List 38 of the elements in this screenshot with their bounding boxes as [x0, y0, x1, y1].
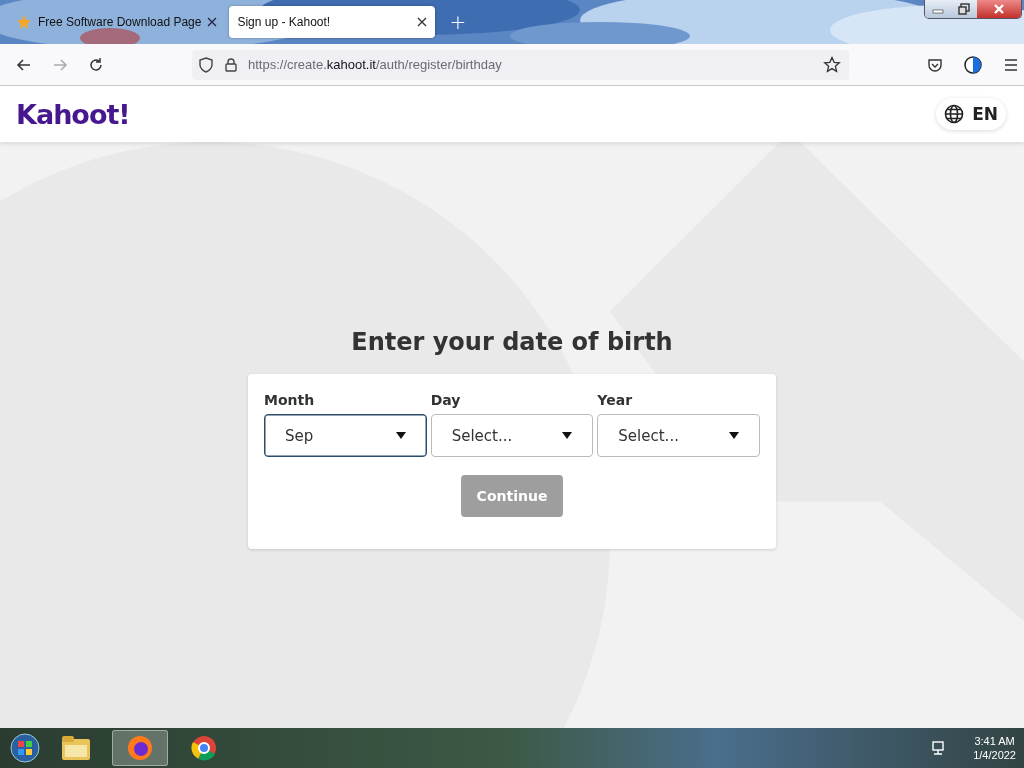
- browser-tab[interactable]: Free Software Download Page: [8, 6, 226, 38]
- start-button[interactable]: [10, 733, 40, 763]
- clock-time[interactable]: 3:41 AM: [974, 735, 1015, 747]
- dropdown-arrow-icon: [562, 432, 573, 439]
- close-button[interactable]: [977, 0, 1021, 18]
- star-icon[interactable]: [823, 55, 841, 74]
- menu-icon[interactable]: [1003, 56, 1019, 73]
- dropdown-arrow-icon: [729, 432, 739, 439]
- field-label: Day: [430, 392, 462, 408]
- field-label: Month: [264, 392, 316, 408]
- close-icon[interactable]: [207, 17, 218, 27]
- pocket-icon[interactable]: [927, 56, 943, 73]
- restore-button[interactable]: [951, 0, 977, 18]
- restore-icon: [958, 3, 970, 15]
- close-icon[interactable]: [417, 17, 428, 27]
- contrast-icon[interactable]: [963, 54, 983, 75]
- dropdown[interactable]: Select...: [597, 414, 760, 457]
- browser-tab[interactable]: Sign up - Kahoot!: [229, 6, 436, 38]
- close-icon: [993, 3, 1005, 15]
- globe-icon: [944, 104, 965, 124]
- dropdown[interactable]: Sep: [264, 414, 427, 457]
- lock-icon: [224, 56, 238, 73]
- address-bar[interactable]: https://create.kahoot.it/auth/register/birthday: [192, 49, 849, 80]
- language-button[interactable]: EN: [936, 98, 1006, 130]
- back-icon[interactable]: [16, 56, 32, 73]
- logo[interactable]: Kahoot!: [16, 98, 130, 130]
- clock-date[interactable]: 1/4/2022: [973, 749, 1016, 761]
- shield-icon[interactable]: [198, 56, 214, 73]
- browser-icon[interactable]: [112, 730, 168, 766]
- dropdown[interactable]: Select...: [430, 414, 594, 457]
- field-label: Year: [597, 392, 634, 408]
- form-title: Enter your date of birth: [351, 328, 673, 356]
- reload-icon[interactable]: [88, 56, 104, 73]
- new-tab-button[interactable]: +: [439, 10, 477, 34]
- url-text: https://create.kahoot.it/auth/register/birthday: [248, 57, 502, 72]
- tab-title: Sign up - Kahoot!: [237, 15, 332, 29]
- tab-title: Free Software Download Page: [38, 15, 202, 29]
- dropdown-arrow-icon: [395, 432, 406, 439]
